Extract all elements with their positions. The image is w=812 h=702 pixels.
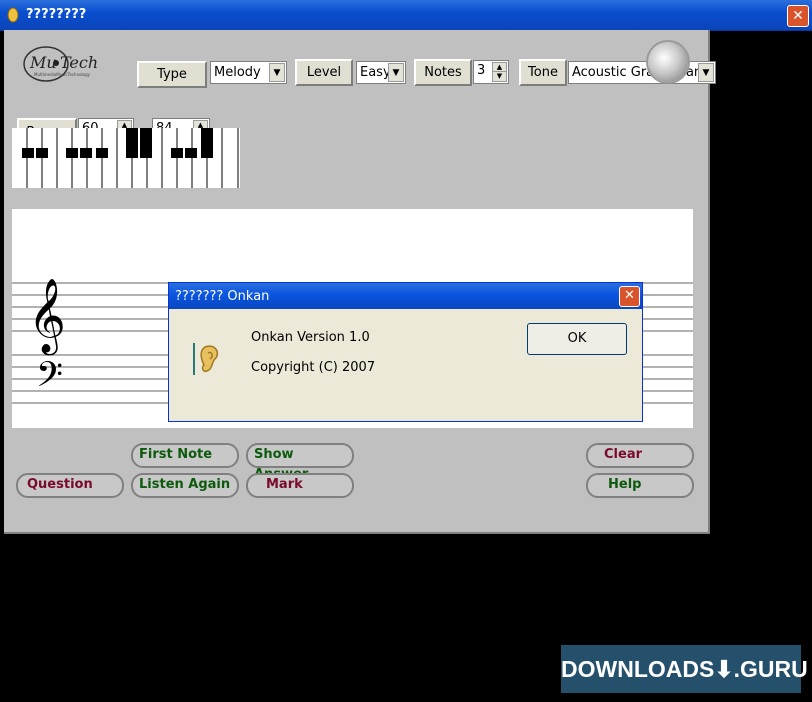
ok-button[interactable]: OK xyxy=(527,323,627,355)
svg-text:Mu: Mu xyxy=(29,53,57,72)
title-bar: ???????? ✕ xyxy=(0,0,812,31)
main-window: ???????? ✕ Mu Tech MultimediaMusicTechno… xyxy=(0,0,812,702)
chevron-down-icon[interactable]: ▼ xyxy=(388,63,404,82)
type-label: Type xyxy=(137,61,207,88)
show-answer-button[interactable]: Show Answer xyxy=(246,443,354,482)
close-icon[interactable]: ✕ xyxy=(787,5,809,27)
clear-button[interactable]: Clear xyxy=(586,443,694,468)
tone-label: Tone xyxy=(519,59,567,86)
dialog-copyright-text: Copyright (C) 2007 xyxy=(251,360,376,375)
treble-clef-icon: 𝄞 xyxy=(28,279,66,356)
svg-text:Tech: Tech xyxy=(60,53,98,72)
first-note-button[interactable]: First Note xyxy=(131,443,239,468)
close-icon[interactable]: ✕ xyxy=(619,286,640,307)
musictech-logo: Mu Tech MultimediaMusicTechnology xyxy=(23,46,98,82)
spin-down-icon[interactable]: ▼ xyxy=(492,71,507,82)
ear-icon xyxy=(200,345,219,373)
svg-text:MultimediaMusicTechnology: MultimediaMusicTechnology xyxy=(34,72,91,77)
downloads-guru-watermark: DOWNLOADS⬇.GURU xyxy=(561,645,808,693)
level-select-value: Easy xyxy=(360,65,391,80)
listen-again-button[interactable]: Listen Again xyxy=(131,473,239,498)
piano-keyboard[interactable] xyxy=(12,128,240,188)
type-select-value: Melody xyxy=(214,65,261,80)
play-round-button[interactable] xyxy=(648,42,688,82)
dialog-title-bar: ??????? Onkan ✕ xyxy=(169,283,642,309)
mark-button[interactable]: Mark xyxy=(246,473,354,498)
type-select[interactable]: Melody ▼ xyxy=(210,61,287,84)
question-button[interactable]: Question xyxy=(16,473,124,498)
dialog-divider xyxy=(193,343,195,375)
notes-value: 3 xyxy=(477,63,486,78)
chevron-down-icon[interactable]: ▼ xyxy=(698,63,714,82)
tone-select-value: Acoustic Grand Piano xyxy=(572,65,711,80)
dialog-title: ??????? Onkan xyxy=(175,289,270,304)
level-label: Level xyxy=(295,59,353,86)
dialog-version-text: Onkan Version 1.0 xyxy=(251,330,370,345)
notes-label: Notes xyxy=(414,59,472,86)
level-select[interactable]: Easy ▼ xyxy=(356,61,406,84)
chevron-down-icon[interactable]: ▼ xyxy=(269,63,285,82)
window-title: ???????? xyxy=(26,7,87,22)
notes-stepper[interactable]: 3 ▲ ▼ xyxy=(473,60,509,84)
bass-clef-icon: 𝄢 xyxy=(36,354,63,403)
app-icon xyxy=(7,7,19,23)
about-dialog: ??????? Onkan ✕ Onkan Version 1.0 Copyri… xyxy=(168,282,643,422)
tone-select[interactable]: Acoustic Grand Piano ▼ xyxy=(568,61,716,84)
help-button[interactable]: Help xyxy=(586,473,694,498)
